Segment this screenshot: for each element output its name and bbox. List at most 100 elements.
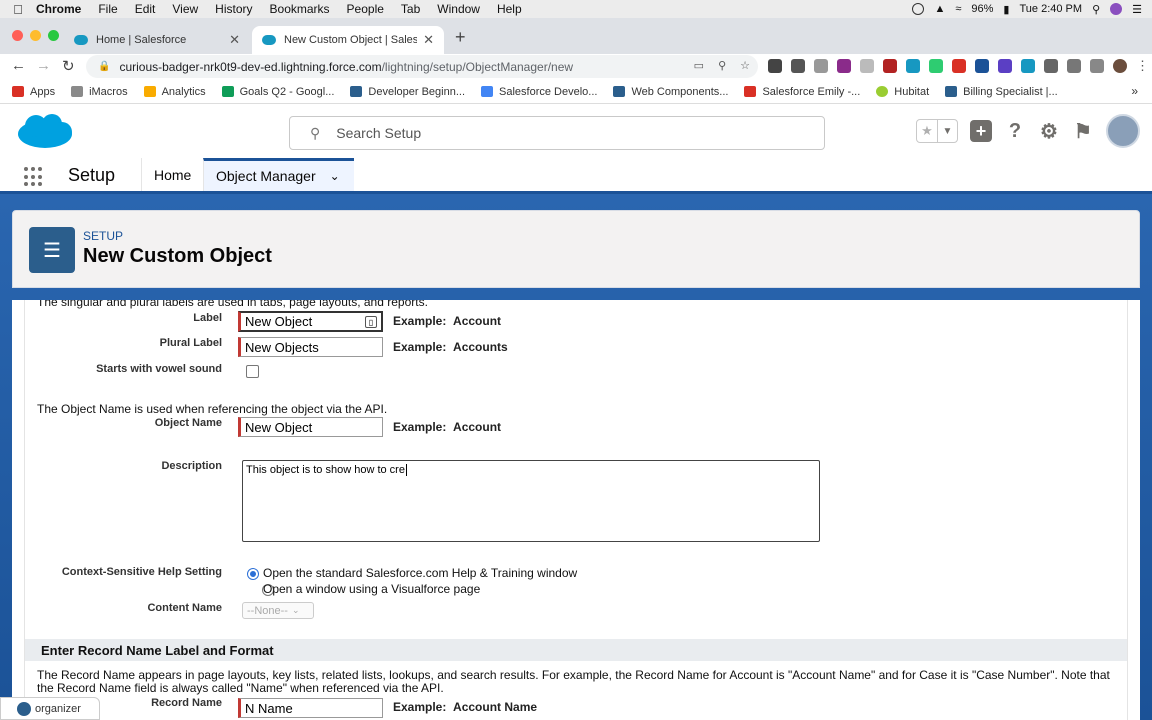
search-placeholder: Search Setup [336, 125, 422, 141]
setup-search-input[interactable]: ⚲ Search Setup [289, 116, 825, 150]
label-input[interactable]: New Object ▯ [238, 311, 383, 332]
plural-label-field-label: Plural Label [159, 337, 222, 349]
extension-icon[interactable] [906, 59, 920, 73]
new-tab-icon[interactable]: + [455, 27, 466, 48]
favorites-star-icon[interactable]: ★ [917, 120, 937, 142]
bookmark-billing-specialist[interactable]: Billing Specialist |... [945, 86, 1058, 98]
forward-icon[interactable]: → [36, 57, 51, 74]
bookmark-analytics[interactable]: Analytics [143, 86, 206, 98]
app-launcher-icon[interactable] [24, 167, 44, 187]
example-value: Account [453, 420, 502, 434]
bookmark-star-icon[interactable]: ☆ [740, 59, 750, 72]
menu-bookmarks[interactable]: Bookmarks [270, 2, 330, 16]
help-standard-radio[interactable] [247, 568, 259, 580]
notification-icon[interactable]: ▲ [934, 3, 945, 15]
content-name-select[interactable]: --None-- ⌄ [242, 602, 314, 619]
labels-intro-text: The singular and plural labels are used … [37, 300, 428, 309]
siri-icon[interactable] [1110, 3, 1123, 15]
bookmark-salesforce-emily[interactable]: Salesforce Emily -... [744, 86, 860, 98]
menu-edit[interactable]: Edit [135, 2, 156, 16]
close-tab-icon[interactable]: ✕ [229, 32, 240, 48]
chevron-down-icon: ⌄ [291, 605, 300, 615]
cast-icon[interactable]: ▭ [694, 59, 704, 72]
user-avatar[interactable] [1106, 114, 1140, 148]
extension-icon[interactable] [998, 59, 1012, 73]
spotlight-search-icon[interactable]: ⚲ [1092, 3, 1100, 16]
salesforce-logo-icon[interactable] [16, 112, 74, 152]
minimize-window-button[interactable] [30, 30, 41, 41]
extension-icon[interactable] [837, 59, 851, 73]
bookmark-web-components[interactable]: Web Components... [613, 86, 728, 98]
close-tab-icon[interactable]: ✕ [423, 32, 434, 48]
menu-history[interactable]: History [215, 2, 252, 16]
bookmark-salesforce-developer[interactable]: Salesforce Develo... [481, 86, 597, 98]
maximize-window-button[interactable] [48, 30, 59, 41]
tab-title: New Custom Object | Salesforce [284, 34, 418, 46]
tab-new-custom-object[interactable]: New Custom Object | Salesforce ✕ [252, 26, 444, 54]
close-window-button[interactable] [12, 30, 23, 41]
setup-gear-icon[interactable]: ⚙ [1038, 120, 1060, 143]
wifi-icon[interactable]: ≈ [955, 3, 961, 15]
menu-window[interactable]: Window [437, 2, 480, 16]
battery-icon[interactable]: ▮ [1003, 3, 1009, 16]
help-standard-option[interactable]: Open the standard Salesforce.com Help & … [263, 566, 577, 580]
clock[interactable]: Tue 2:40 PM [1019, 3, 1082, 15]
apple-icon[interactable]:  [0, 2, 36, 17]
extension-icon[interactable] [1021, 59, 1035, 73]
help-visualforce-option[interactable]: Open a window using a Visualforce page [263, 582, 480, 596]
bookmark-developer-beginner[interactable]: Developer Beginn... [350, 86, 465, 98]
favorites-chevron-down-icon[interactable]: ▼ [937, 120, 957, 142]
extension-icon[interactable] [975, 59, 989, 73]
menu-app-name[interactable]: Chrome [36, 2, 81, 16]
salesforce-global-header: ⚲ Search Setup ★ ▼ + ? ⚙ ⚑ [0, 104, 1152, 158]
extension-icon[interactable] [814, 59, 828, 73]
global-actions-plus-icon[interactable]: + [970, 120, 992, 142]
chevron-down-icon[interactable]: ⌄ [330, 169, 340, 183]
object-name-input[interactable]: New Object [238, 417, 383, 437]
chrome-menu-icon[interactable]: ⋮ [1136, 59, 1150, 73]
reload-icon[interactable]: ↻ [62, 57, 75, 75]
lock-icon[interactable]: 🔒 [98, 61, 110, 72]
nav-home[interactable]: Home [141, 158, 203, 191]
bookmark-imacros[interactable]: iMacros [71, 86, 128, 98]
more-bookmarks-icon[interactable]: » [1131, 84, 1138, 98]
vowel-sound-checkbox[interactable] [246, 365, 259, 378]
description-textarea[interactable]: This object is to show how to cre [242, 460, 820, 542]
reading-list-icon[interactable] [1090, 59, 1104, 73]
extension-icon[interactable] [929, 59, 943, 73]
extension-icon[interactable] [791, 59, 805, 73]
control-center-icon[interactable]: ☰ [1132, 3, 1142, 16]
bookmark-goals[interactable]: Goals Q2 - Googl... [221, 86, 334, 98]
notifications-bell-icon[interactable]: ⚑ [1072, 120, 1094, 143]
record-name-input[interactable]: N Name [238, 698, 383, 718]
extension-icon[interactable] [860, 59, 874, 73]
trailhead-icon [350, 86, 363, 97]
menu-view[interactable]: View [172, 2, 198, 16]
extension-icon[interactable] [1044, 59, 1058, 73]
nav-object-manager[interactable]: Object Manager ⌄ [203, 158, 354, 191]
tab-home-salesforce[interactable]: Home | Salesforce ✕ [64, 26, 250, 54]
battery-percent[interactable]: 96% [971, 3, 993, 15]
extension-icon[interactable] [952, 59, 966, 73]
menu-people[interactable]: People [347, 2, 384, 16]
extensions-puzzle-icon[interactable] [1067, 59, 1081, 73]
bookmark-label: Salesforce Develo... [499, 85, 598, 98]
back-icon[interactable]: ← [11, 57, 26, 74]
organizer-widget[interactable]: organizer [0, 697, 100, 720]
menu-help[interactable]: Help [497, 2, 522, 16]
extension-icon[interactable] [768, 59, 782, 73]
menu-file[interactable]: File [98, 2, 117, 16]
extension-icon[interactable] [883, 59, 897, 73]
record-name-example: Example: Account Name [393, 700, 537, 714]
zoom-icon[interactable]: ⚲ [718, 59, 726, 72]
help-question-icon[interactable]: ? [1004, 120, 1026, 142]
autofill-icon[interactable]: ▯ [365, 316, 377, 328]
bookmark-hubitat[interactable]: Hubitat [876, 86, 929, 98]
record-icon[interactable] [912, 3, 925, 15]
menu-tab[interactable]: Tab [401, 2, 420, 16]
profile-avatar[interactable] [1113, 59, 1127, 73]
vowel-sound-label: Starts with vowel sound [96, 363, 222, 375]
plural-label-input[interactable]: New Objects [238, 337, 383, 357]
address-bar[interactable]: 🔒 curious-badger-nrk0t9-dev-ed.lightning… [86, 55, 758, 78]
bookmark-apps[interactable]: Apps [12, 86, 55, 98]
